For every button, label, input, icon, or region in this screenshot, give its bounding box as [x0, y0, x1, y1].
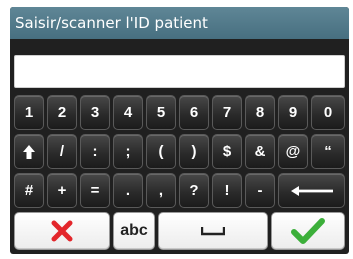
- key-1[interactable]: 1: [14, 95, 44, 130]
- cancel-button[interactable]: [14, 212, 110, 250]
- key-period[interactable]: .: [113, 173, 143, 208]
- red-x-icon: [51, 220, 73, 242]
- key-close-paren[interactable]: ): [179, 134, 209, 169]
- key-dollar[interactable]: $: [212, 134, 242, 169]
- key-slash[interactable]: /: [47, 134, 77, 169]
- key-4[interactable]: 4: [113, 95, 143, 130]
- key-plus[interactable]: +: [47, 173, 77, 208]
- abc-button[interactable]: abc: [113, 212, 155, 250]
- key-exclamation[interactable]: !: [212, 173, 242, 208]
- backspace-key[interactable]: [278, 173, 345, 208]
- shift-arrow-icon: [23, 144, 35, 159]
- key-6[interactable]: 6: [179, 95, 209, 130]
- space-key[interactable]: [158, 212, 268, 250]
- key-0[interactable]: 0: [311, 95, 345, 130]
- backspace-arrow-icon: [290, 185, 333, 196]
- patient-id-input[interactable]: [14, 55, 345, 88]
- key-3[interactable]: 3: [80, 95, 110, 130]
- key-9[interactable]: 9: [278, 95, 308, 130]
- key-at[interactable]: @: [278, 134, 308, 169]
- key-equals[interactable]: =: [80, 173, 110, 208]
- key-quote[interactable]: “: [311, 134, 345, 169]
- key-7[interactable]: 7: [212, 95, 242, 130]
- key-hash[interactable]: #: [14, 173, 44, 208]
- key-8[interactable]: 8: [245, 95, 275, 130]
- window-title: Saisir/scanner l'ID patient: [10, 7, 349, 39]
- green-check-icon: [291, 218, 325, 244]
- key-hyphen[interactable]: -: [245, 173, 275, 208]
- key-comma[interactable]: ,: [146, 173, 176, 208]
- shift-key[interactable]: [14, 134, 44, 169]
- patient-id-entry-window: Saisir/scanner l'ID patient 1 2 3 4 5 6 …: [10, 7, 349, 254]
- space-bar-icon: [201, 227, 225, 236]
- key-2[interactable]: 2: [47, 95, 77, 130]
- key-question[interactable]: ?: [179, 173, 209, 208]
- key-open-paren[interactable]: (: [146, 134, 176, 169]
- key-semicolon[interactable]: ;: [113, 134, 143, 169]
- key-ampersand[interactable]: &: [245, 134, 275, 169]
- confirm-button[interactable]: [271, 212, 345, 250]
- key-colon[interactable]: :: [80, 134, 110, 169]
- key-5[interactable]: 5: [146, 95, 176, 130]
